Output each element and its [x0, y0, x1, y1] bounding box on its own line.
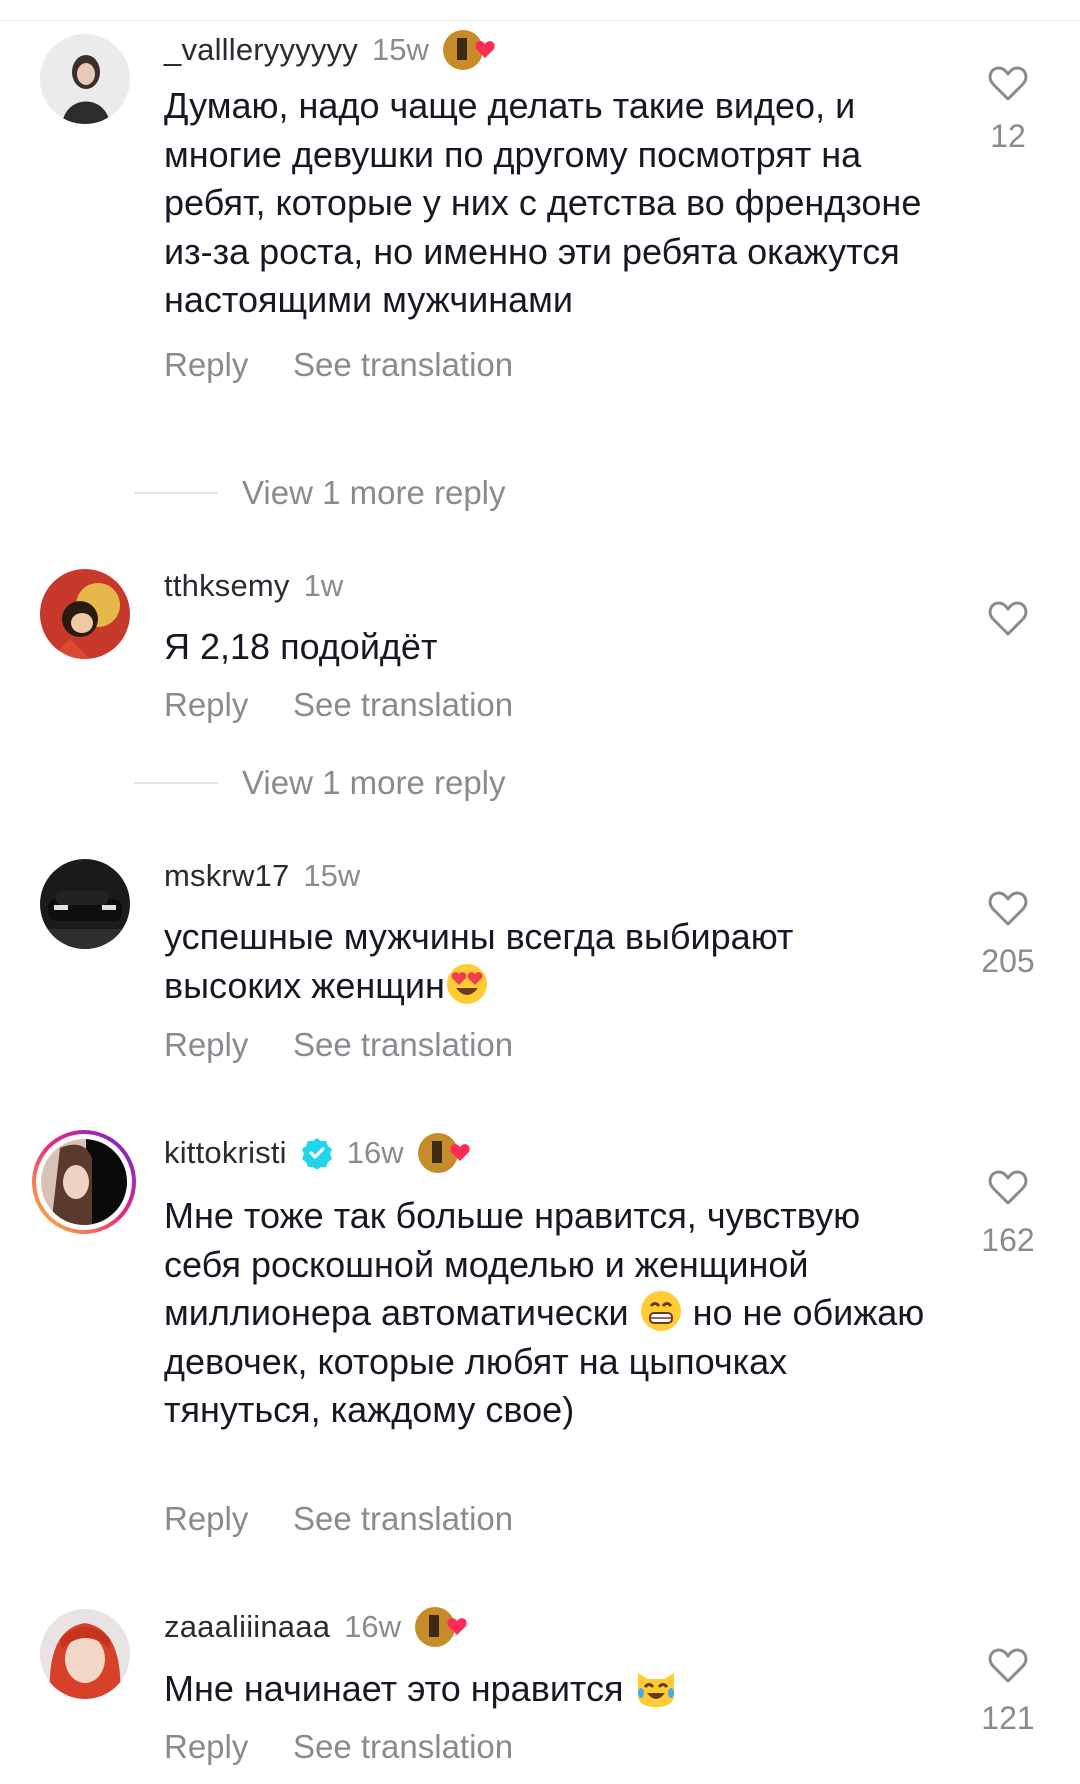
avatar[interactable]	[40, 34, 130, 124]
grin-emoji-icon	[639, 1289, 683, 1333]
view-more-replies[interactable]: View 1 more reply	[134, 473, 506, 513]
heart-eyes-emoji-icon	[445, 962, 489, 1006]
comment-actions: Reply See translation	[164, 346, 513, 384]
comment-header: _vallleryyyyyy 15w	[164, 30, 505, 70]
reply-button[interactable]: Reply	[164, 686, 293, 724]
comment-header: tthksemy 1w	[164, 566, 343, 606]
comment-actions: Reply See translation	[164, 1026, 513, 1064]
like-count: 12	[990, 118, 1026, 154]
view-more-replies-label: View 1 more reply	[242, 764, 506, 801]
timestamp: 16w	[346, 1135, 404, 1170]
comment-actions: Reply See translation	[164, 686, 513, 724]
comment-header: mskrw17 15w	[164, 856, 360, 896]
verified-badge-icon	[301, 1137, 333, 1170]
reply-button[interactable]: Reply	[164, 1500, 293, 1538]
like-button[interactable]: 12	[968, 66, 1048, 155]
comment-text: Мне начинает это нравится	[164, 1665, 934, 1714]
reply-button[interactable]: Reply	[164, 346, 293, 384]
comment-text-body: Мне начинает это нравится	[164, 1668, 634, 1709]
see-translation-button[interactable]: See translation	[293, 686, 513, 724]
see-translation-button[interactable]: See translation	[293, 1500, 513, 1538]
heart-icon	[988, 891, 1028, 926]
username[interactable]: mskrw17	[164, 858, 289, 894]
comment-actions: Reply See translation	[164, 1500, 513, 1538]
top-divider	[0, 20, 1080, 21]
like-button[interactable]: 162	[968, 1170, 1048, 1259]
view-more-replies[interactable]: View 1 more reply	[134, 763, 506, 803]
heart-icon	[988, 1648, 1028, 1683]
reply-button[interactable]: Reply	[164, 1026, 293, 1064]
comment-text: Я 2,18 подойдёт	[164, 626, 438, 667]
see-translation-button[interactable]: See translation	[293, 1026, 513, 1064]
like-count: 121	[981, 1700, 1035, 1736]
comment-text: успешные мужчины всегда выбирают высоких…	[164, 913, 934, 1010]
timestamp: 16w	[344, 1609, 402, 1644]
see-translation-button[interactable]: See translation	[293, 1728, 513, 1766]
see-translation-button[interactable]: See translation	[293, 346, 513, 384]
reply-divider-line	[134, 782, 218, 784]
like-button[interactable]: 205	[968, 891, 1048, 980]
heart-icon	[988, 66, 1028, 101]
like-button[interactable]	[968, 601, 1048, 637]
comment-header: kittokristi 16w	[164, 1133, 480, 1173]
timestamp: 15w	[303, 858, 361, 893]
comment-text: Мне тоже так больше нравится, чувствую с…	[164, 1192, 934, 1435]
username[interactable]: tthksemy	[164, 568, 290, 604]
reply-divider-line	[134, 492, 218, 494]
like-count: 162	[981, 1222, 1035, 1258]
creator-liked-icon	[416, 1129, 480, 1177]
like-button[interactable]: 121	[968, 1648, 1048, 1737]
username[interactable]: kittokristi	[164, 1135, 287, 1171]
avatar-story-ring[interactable]	[30, 1128, 138, 1236]
reply-button[interactable]: Reply	[164, 1728, 293, 1766]
creator-liked-icon	[441, 26, 505, 74]
like-count: 205	[981, 943, 1035, 979]
username[interactable]: _vallleryyyyyy	[164, 32, 358, 68]
heart-icon	[988, 1170, 1028, 1205]
comment-actions: Reply See translation	[164, 1728, 513, 1766]
avatar[interactable]	[40, 859, 130, 949]
view-more-replies-label: View 1 more reply	[242, 474, 506, 511]
username[interactable]: zaaaliiinaaa	[164, 1609, 330, 1645]
timestamp: 15w	[372, 32, 429, 67]
heart-icon	[988, 601, 1028, 636]
cat-tears-of-joy-emoji-icon	[634, 1665, 678, 1709]
timestamp: 1w	[303, 568, 344, 603]
comment-text: Думаю, надо чаще делать такие видео, и м…	[164, 85, 932, 320]
creator-liked-icon	[413, 1603, 477, 1651]
comment-header: zaaaliiinaaa 16w	[164, 1607, 477, 1647]
avatar[interactable]	[40, 569, 130, 659]
avatar[interactable]	[40, 1609, 130, 1699]
